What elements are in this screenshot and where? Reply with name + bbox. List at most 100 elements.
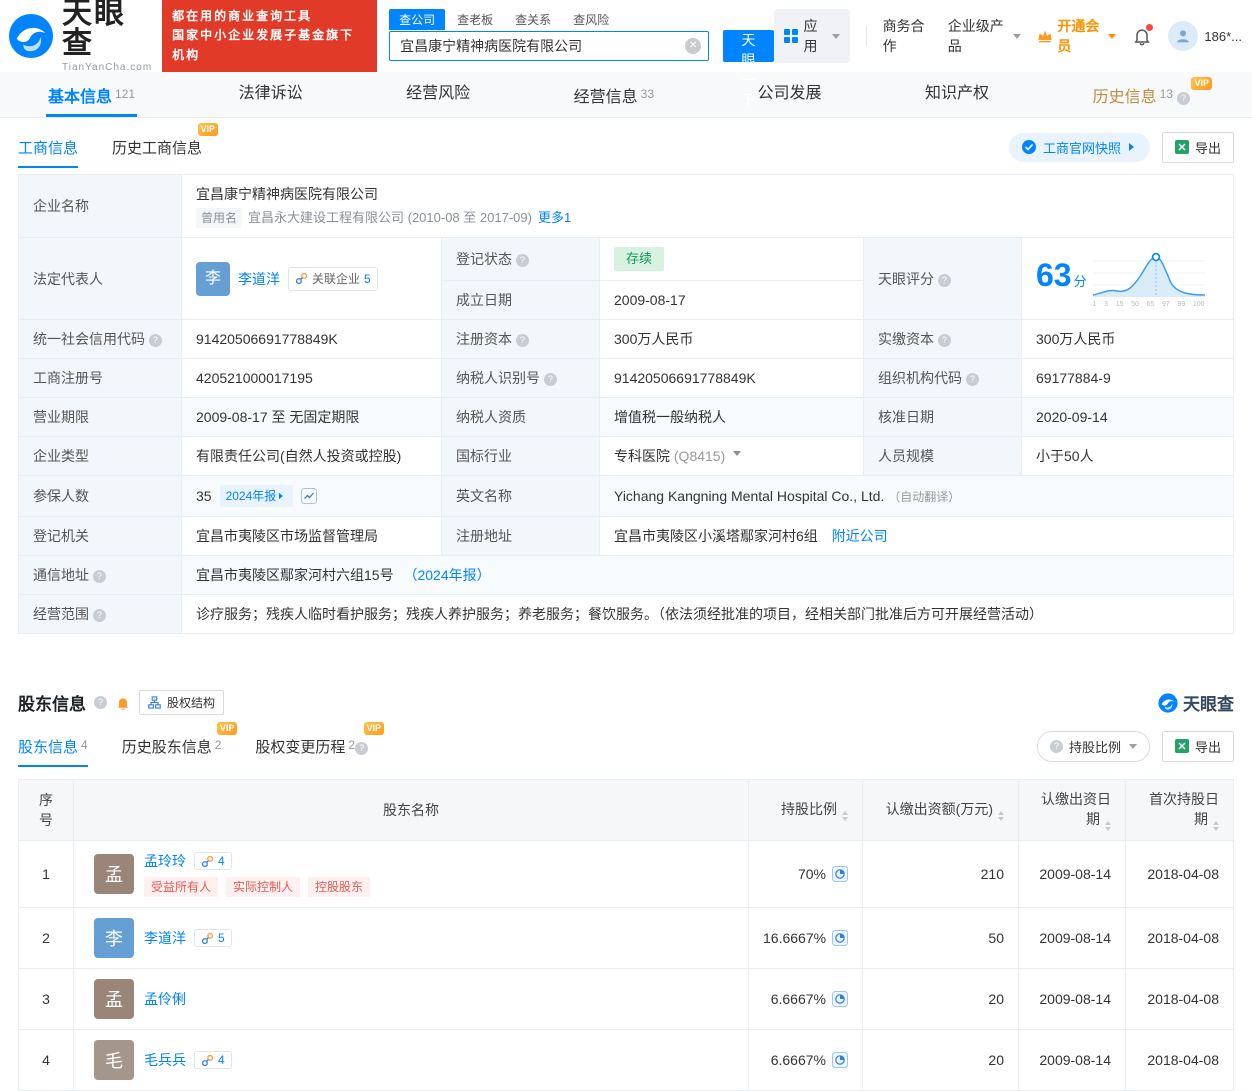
- apps-label: 应用: [804, 16, 824, 56]
- tianyan-score[interactable]: 63分 1315506: [1036, 249, 1225, 308]
- tab-equity-change-history[interactable]: 股权变更历程2VIP: [255, 730, 368, 763]
- sort-icon[interactable]: [1213, 821, 1219, 831]
- clear-icon[interactable]: [685, 38, 701, 54]
- tab-historical-info[interactable]: 历史信息13VIP: [1091, 72, 1206, 117]
- field-label: 注册资本: [442, 320, 600, 359]
- field-label: 登记状态: [442, 238, 600, 281]
- export-button[interactable]: 导出: [1162, 132, 1234, 163]
- help-icon[interactable]: [93, 570, 106, 583]
- english-name: Yichang Kangning Mental Hospital Co., Lt…: [600, 476, 1234, 517]
- monitor-bell-icon[interactable]: [115, 695, 131, 711]
- related-companies-badge[interactable]: 4: [194, 852, 232, 870]
- apps-menu[interactable]: 应用: [774, 9, 850, 63]
- help-icon[interactable]: [149, 334, 162, 347]
- tab-label: 公司发展: [758, 85, 822, 102]
- tab-label: 经营信息: [574, 89, 638, 106]
- more-former-names-link[interactable]: 更多1: [538, 208, 571, 228]
- table-row: 2李李道洋516.6667%502009-08-142018-04-08: [19, 908, 1234, 969]
- organization-code: 69177884-9: [1022, 359, 1234, 398]
- column-header-4[interactable]: 认缴出资日期: [1019, 780, 1126, 841]
- business-cooperation-link[interactable]: 商务合作: [883, 16, 932, 56]
- logo-text: 天眼查: [62, 0, 152, 59]
- industry: 专科医院 (Q8415): [600, 437, 864, 476]
- tab-operating-info[interactable]: 经营信息33: [572, 72, 656, 117]
- equity-pie-icon[interactable]: [832, 1052, 848, 1068]
- help-icon[interactable]: [938, 334, 951, 347]
- score-axis-label: 97: [1162, 301, 1170, 308]
- related-companies-badge[interactable]: 5: [194, 929, 232, 947]
- avatar[interactable]: 孟: [94, 979, 134, 1019]
- tianyancha-logo[interactable]: 天眼查 TianYanCha.com: [8, 0, 152, 73]
- avatar[interactable]: 毛: [94, 1040, 134, 1080]
- help-icon[interactable]: [355, 742, 368, 755]
- search-tab-relation[interactable]: 查关系: [505, 9, 561, 30]
- legal-rep-avatar[interactable]: 李: [196, 262, 230, 296]
- annual-report-link[interactable]: 2024年报: [220, 485, 294, 507]
- equity-pie-icon[interactable]: [832, 991, 848, 1007]
- tab-intellectual-property[interactable]: 知识产权: [923, 72, 991, 117]
- help-icon[interactable]: [516, 334, 529, 347]
- field-label: 成立日期: [442, 281, 600, 320]
- tab-operating-risk[interactable]: 经营风险: [404, 72, 472, 117]
- excel-export-icon: [1175, 140, 1189, 154]
- table-row: 通信地址 宜昌市夷陵区鄢家河村六组15号 （2024年报）: [19, 556, 1234, 595]
- tab-legal-proceedings[interactable]: 法律诉讼: [237, 72, 305, 117]
- search-tab-risk[interactable]: 查风险: [563, 9, 619, 30]
- legal-rep-name-link[interactable]: 李道洋: [238, 269, 280, 289]
- annual-report-link[interactable]: （2024年报）: [403, 567, 490, 583]
- tab-label: 法律诉讼: [239, 85, 303, 102]
- section-title: 股东信息: [18, 690, 86, 715]
- shareholder-name-link[interactable]: 毛兵兵: [144, 1050, 186, 1070]
- tab-basic-info[interactable]: 基本信息121: [46, 72, 137, 117]
- tab-history-shareholders[interactable]: 历史股东信息2VIP: [122, 730, 222, 763]
- chevron-down-icon[interactable]: [733, 451, 741, 460]
- field-label: 经营范围: [19, 595, 182, 634]
- open-vip-link[interactable]: 开通会员: [1037, 16, 1116, 56]
- export-button[interactable]: 导出: [1162, 731, 1234, 762]
- equity-pie-icon[interactable]: [832, 866, 848, 882]
- enterprise-products-link[interactable]: 企业级产品: [948, 16, 1022, 56]
- tab-registration-info[interactable]: 工商信息: [18, 131, 78, 164]
- field-label: 参保人数: [19, 476, 182, 517]
- shareholder-name-link[interactable]: 李道洋: [144, 928, 186, 948]
- column-header-2[interactable]: 持股比例: [749, 780, 863, 841]
- column-header-3[interactable]: 认缴出资额(万元): [863, 780, 1019, 841]
- chain-link-icon: [201, 1054, 214, 1067]
- equity-pie-icon[interactable]: [832, 930, 848, 946]
- sort-icon[interactable]: [842, 811, 848, 821]
- holding-ratio-filter[interactable]: 持股比例: [1037, 731, 1150, 762]
- related-companies-badge[interactable]: 关联企业 5: [288, 267, 378, 291]
- help-icon[interactable]: [1177, 92, 1190, 105]
- avatar[interactable]: 孟: [94, 854, 134, 894]
- help-icon[interactable]: [966, 373, 979, 386]
- nearby-companies-link[interactable]: 附近公司: [832, 528, 888, 544]
- help-icon[interactable]: [93, 609, 106, 622]
- help-icon[interactable]: [938, 274, 951, 287]
- search-input[interactable]: [389, 31, 709, 61]
- tab-history-registration-info[interactable]: 历史工商信息VIP: [112, 131, 202, 164]
- tab-shareholders[interactable]: 股东信息4: [18, 730, 88, 763]
- related-companies-badge[interactable]: 4: [194, 1051, 232, 1069]
- shareholder-name-link[interactable]: 孟玲玲: [144, 851, 186, 871]
- shareholder-name-link[interactable]: 孟伶俐: [144, 989, 186, 1009]
- sort-icon[interactable]: [1105, 821, 1111, 831]
- notification-bell-icon[interactable]: [1132, 26, 1152, 46]
- taxpayer-quality: 增值税一般纳税人: [600, 398, 864, 437]
- avatar[interactable]: 李: [94, 918, 134, 958]
- help-icon[interactable]: [94, 696, 107, 709]
- tab-company-development[interactable]: 公司发展: [756, 72, 824, 117]
- tab-label: 股权变更历程: [255, 739, 345, 756]
- official-snapshot-button[interactable]: 工商官网快照: [1009, 133, 1150, 162]
- user-account[interactable]: 186*...: [1168, 21, 1242, 51]
- equity-structure-button[interactable]: 股权结构: [139, 690, 224, 715]
- help-icon[interactable]: [516, 254, 529, 267]
- column-header-5[interactable]: 首次持股日期: [1126, 780, 1234, 841]
- trend-chart-icon[interactable]: [301, 488, 317, 504]
- search-tab-company[interactable]: 查公司: [389, 9, 445, 30]
- registered-address: 宜昌市夷陵区小溪塔鄢家河村6组 附近公司: [600, 517, 1234, 556]
- search-button[interactable]: 天眼一下: [723, 30, 773, 62]
- score-axis-label: 50: [1131, 301, 1139, 308]
- search-tab-boss[interactable]: 查老板: [447, 9, 503, 30]
- help-icon[interactable]: [544, 373, 557, 386]
- sort-icon[interactable]: [998, 811, 1004, 821]
